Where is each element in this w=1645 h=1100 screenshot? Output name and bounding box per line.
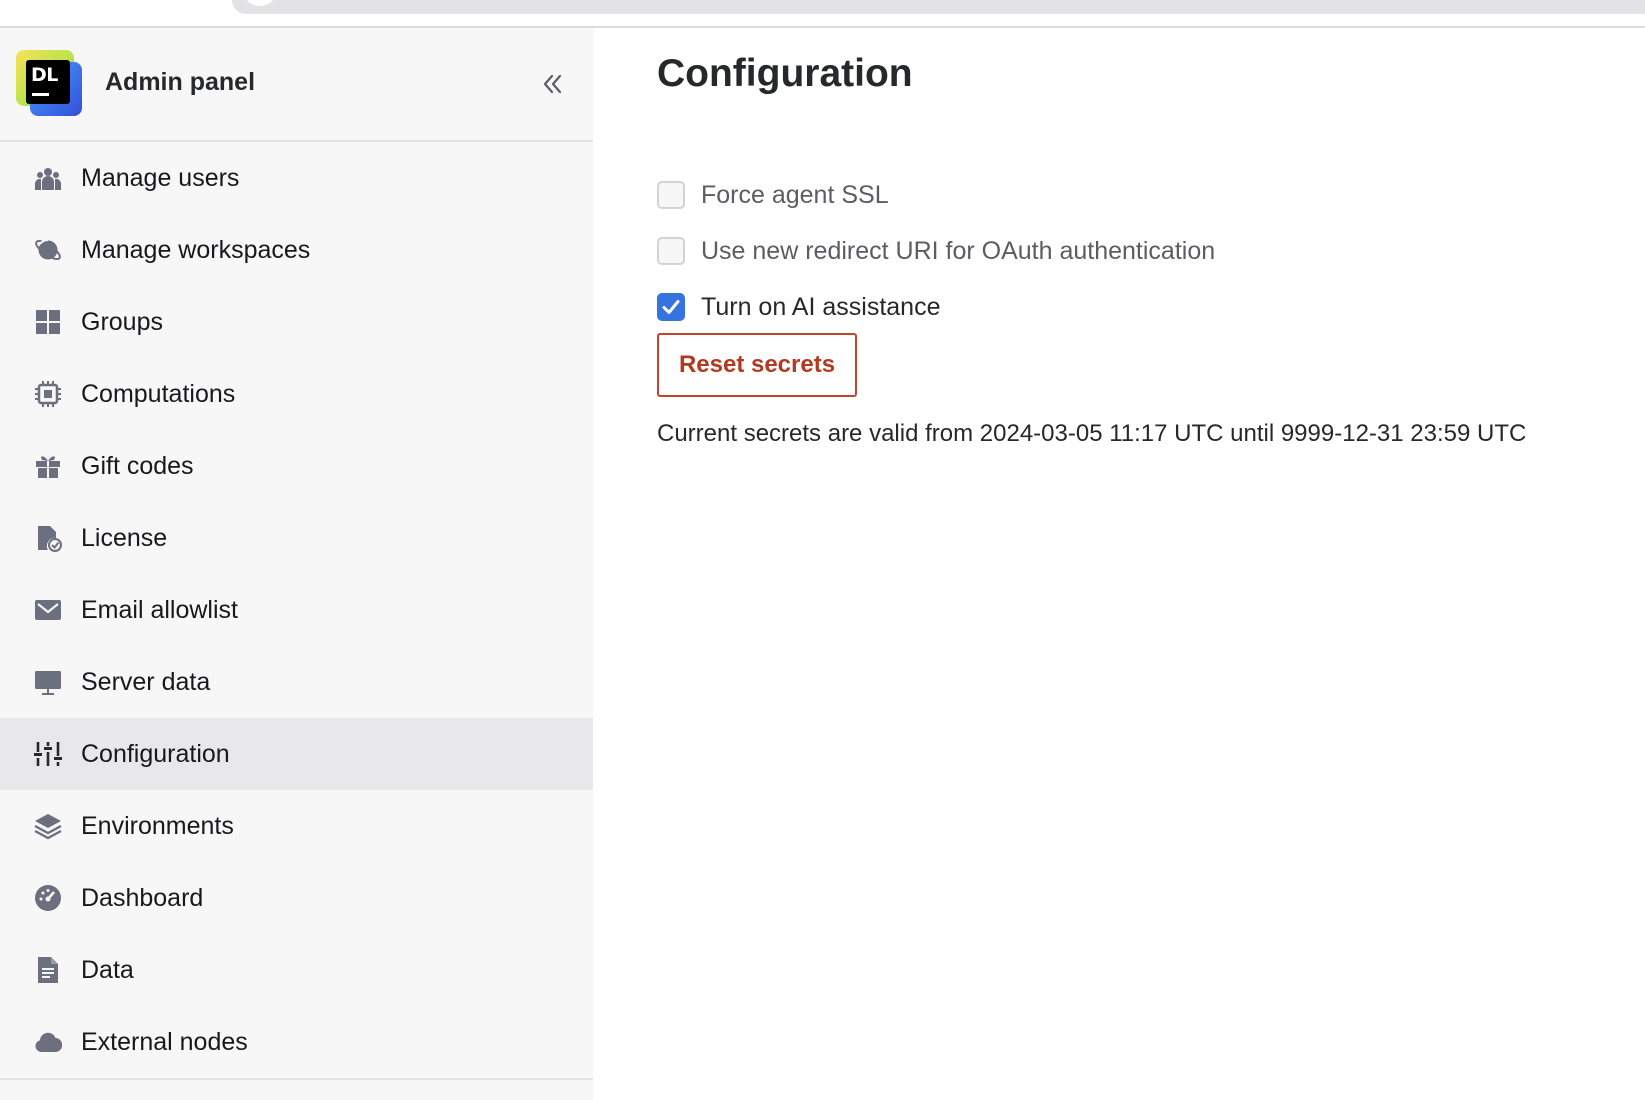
users-icon <box>34 164 62 192</box>
option-oauth-redirect-uri[interactable]: Use new redirect URI for OAuth authentic… <box>657 236 1215 266</box>
layers-icon <box>34 812 62 840</box>
grid-icon <box>34 308 62 336</box>
sidebar-item-label: Gift codes <box>81 452 194 481</box>
sidebar-item-label: Dashboard <box>81 884 203 913</box>
sidebar-item-label: Groups <box>81 308 163 337</box>
sidebar-item-label: Data <box>81 956 134 985</box>
page-title: Configuration <box>657 52 913 96</box>
sidebar-item-manage-users[interactable]: Manage users <box>0 142 593 214</box>
secrets-validity-text: Current secrets are valid from 2024-03-0… <box>657 420 1526 448</box>
browser-address-bar[interactable] <box>232 0 1645 14</box>
collapse-sidebar-button[interactable] <box>538 70 566 98</box>
sidebar-item-email-allowlist[interactable]: Email allowlist <box>0 574 593 646</box>
chip-icon <box>34 380 62 408</box>
ai-assistance-checkbox[interactable] <box>657 293 685 321</box>
sidebar-item-label: Server data <box>81 668 210 697</box>
cloud-icon <box>34 1028 62 1056</box>
sidebar-item-license[interactable]: License <box>0 502 593 574</box>
logo-mark: DL <box>26 60 70 104</box>
sidebar: DL Admin panel Manage users Manage works… <box>0 28 593 1100</box>
sidebar-item-label: Environments <box>81 812 234 841</box>
sliders-icon <box>34 740 62 768</box>
logo-underscore <box>32 93 49 96</box>
checkmark-icon <box>661 297 681 317</box>
option-ai-assistance[interactable]: Turn on AI assistance <box>657 292 940 322</box>
sidebar-item-label: Email allowlist <box>81 596 238 625</box>
sidebar-title: Admin panel <box>105 68 255 97</box>
admin-nav: Manage users Manage workspaces Groups Co… <box>0 142 593 1078</box>
sidebar-header: DL Admin panel <box>0 28 593 142</box>
document-icon <box>34 956 62 984</box>
logo-text: DL <box>31 64 58 86</box>
planet-icon <box>34 236 62 264</box>
sidebar-item-label: External nodes <box>81 1028 248 1057</box>
sidebar-item-label: License <box>81 524 167 553</box>
oauth-redirect-uri-checkbox[interactable] <box>657 237 685 265</box>
sidebar-item-manage-workspaces[interactable]: Manage workspaces <box>0 214 593 286</box>
sidebar-item-data[interactable]: Data <box>0 934 593 1006</box>
browser-address-bar-indicator <box>244 0 276 6</box>
sidebar-item-external-nodes[interactable]: External nodes <box>0 1006 593 1078</box>
gift-icon <box>34 452 62 480</box>
reset-secrets-button[interactable]: Reset secrets <box>657 333 857 397</box>
force-agent-ssl-checkbox[interactable] <box>657 181 685 209</box>
double-chevron-left-icon <box>538 70 566 98</box>
sidebar-item-label: Configuration <box>81 740 230 769</box>
sidebar-item-label: Manage users <box>81 164 239 193</box>
gauge-icon <box>34 884 62 912</box>
sidebar-item-computations[interactable]: Computations <box>0 358 593 430</box>
sidebar-item-dashboard[interactable]: Dashboard <box>0 862 593 934</box>
sidebar-item-configuration[interactable]: Configuration <box>0 718 593 790</box>
sidebar-item-gift-codes[interactable]: Gift codes <box>0 430 593 502</box>
datalore-logo[interactable]: DL <box>16 50 82 116</box>
option-label: Turn on AI assistance <box>701 293 940 322</box>
sidebar-item-server-data[interactable]: Server data <box>0 646 593 718</box>
option-label: Force agent SSL <box>701 181 889 210</box>
monitor-icon <box>34 668 62 696</box>
main-content: Configuration Force agent SSL Use new re… <box>593 28 1645 1100</box>
sidebar-item-environments[interactable]: Environments <box>0 790 593 862</box>
sidebar-item-label: Computations <box>81 380 235 409</box>
mail-icon <box>34 596 62 624</box>
sidebar-item-label: Manage workspaces <box>81 236 310 265</box>
sidebar-divider <box>0 1078 593 1080</box>
option-force-agent-ssl[interactable]: Force agent SSL <box>657 180 889 210</box>
license-icon <box>34 524 62 552</box>
option-label: Use new redirect URI for OAuth authentic… <box>701 237 1215 266</box>
browser-top-bar <box>0 0 1645 28</box>
sidebar-item-groups[interactable]: Groups <box>0 286 593 358</box>
